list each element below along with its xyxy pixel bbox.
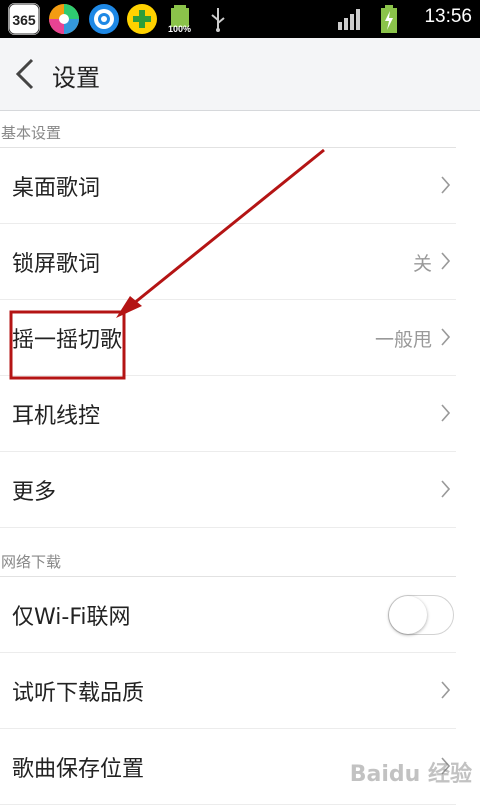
row-value: 关 [412,253,432,275]
section-title: 网络下载 [1,553,62,571]
chevron-right-icon [441,176,450,194]
section-header-network: 网络下载 [0,540,456,577]
svg-text:365: 365 [12,12,36,28]
row-label: 仅Wi-Fi联网 [12,605,131,630]
row-label: 桌面歌词 [12,176,101,201]
battery-label: 100% [168,24,192,34]
row-label: 更多 [12,480,57,505]
row-label: 试听下载品质 [12,681,145,706]
status-time: 13:56 [424,6,472,27]
signal-icon [338,8,364,34]
section-header-basic: 基本设置 [0,111,456,148]
row-value: 一般甩 [374,329,432,351]
setting-row-download-quality[interactable]: 试听下载品质 [0,653,456,729]
page-title: 设置 [52,64,100,92]
setting-row-desktop-lyrics[interactable]: 桌面歌词 [0,148,456,224]
app-bar: 设置 [0,38,480,111]
target-icon [88,3,120,35]
battery-full-icon: 100% [168,4,192,34]
status-bar: 365 100% 13:56 [0,0,480,38]
color-wheel-icon [48,3,80,35]
row-label: 锁屏歌词 [12,252,101,277]
watermark: Baidu 经验 [349,762,472,787]
setting-row-wifi-only[interactable]: 仅Wi-Fi联网 [0,577,456,653]
setting-row-lockscreen-lyrics[interactable]: 锁屏歌词 关 [0,224,456,300]
row-label: 耳机线控 [12,404,101,429]
chevron-right-icon [441,328,450,346]
back-button[interactable] [12,58,40,90]
section-title: 基本设置 [1,124,62,142]
setting-row-headset-control[interactable]: 耳机线控 [0,376,456,452]
usb-icon [208,6,228,36]
battery-charging-icon [380,5,398,37]
wifi-only-toggle[interactable] [388,595,454,635]
setting-row-more[interactable]: 更多 [0,452,456,528]
row-label: 歌曲保存位置 [12,757,145,782]
plus-icon [126,3,158,35]
setting-row-shake-switch[interactable]: 摇一摇切歌 一般甩 [0,300,456,376]
chevron-right-icon [441,480,450,498]
chevron-right-icon [441,404,450,422]
365-icon: 365 [8,3,40,35]
row-label: 摇一摇切歌 [12,328,123,353]
chevron-left-icon [15,58,34,90]
toggle-knob [389,596,427,634]
chevron-right-icon [441,681,450,699]
chevron-right-icon [441,252,450,270]
